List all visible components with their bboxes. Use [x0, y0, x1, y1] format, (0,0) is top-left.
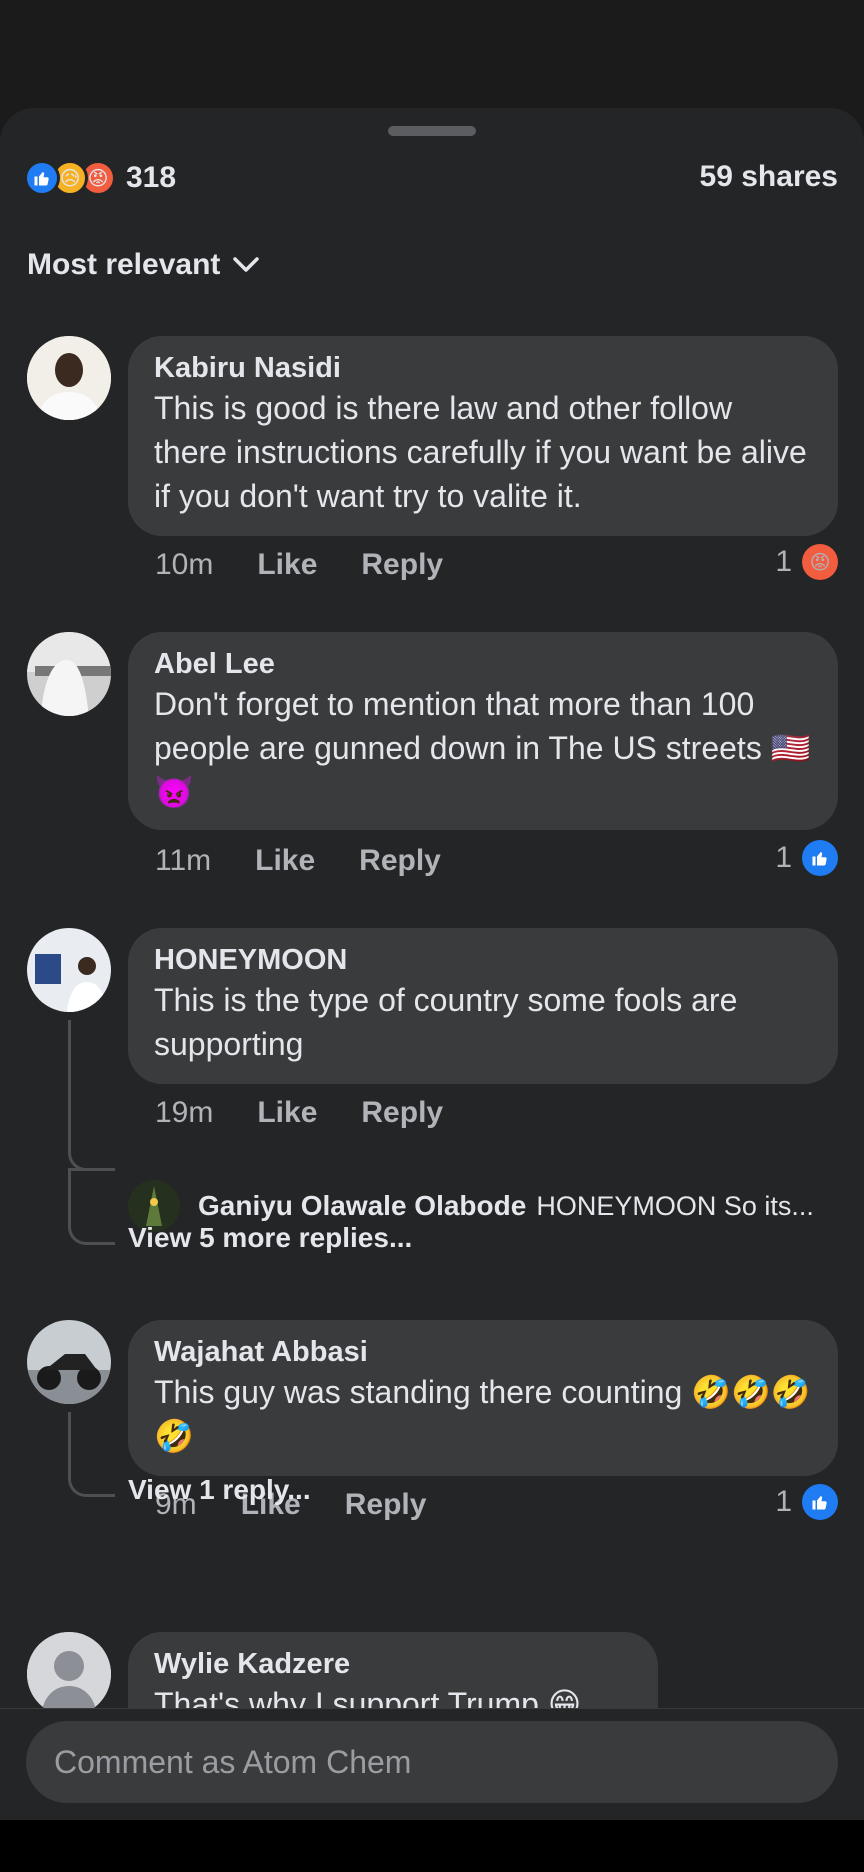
comments-sheet: 😥 😡 318 59 shares Most relevant Kabiru N…	[0, 108, 864, 1820]
thread-line	[68, 1168, 115, 1245]
drag-handle[interactable]	[388, 126, 476, 136]
comment-input[interactable]	[26, 1721, 838, 1803]
like-button[interactable]: Like	[257, 548, 317, 582]
reply-button[interactable]: Reply	[345, 1488, 427, 1522]
avatar[interactable]	[27, 1632, 111, 1716]
comment-author[interactable]: Wylie Kadzere	[154, 1646, 632, 1682]
like-icon	[802, 840, 838, 876]
thread-line	[68, 1020, 115, 1171]
reaction-count: 318	[126, 161, 177, 194]
avatar[interactable]	[27, 632, 111, 716]
like-icon	[24, 160, 60, 196]
comment-text: This is good is there law and other foll…	[154, 390, 807, 514]
comment-bubble[interactable]: Abel Lee Don't forget to mention that mo…	[128, 632, 838, 830]
reply-text: HONEYMOON So its...	[536, 1190, 814, 1221]
comment-actions: 10m Like Reply	[155, 548, 487, 582]
sort-label: Most relevant	[27, 248, 221, 281]
view-more-replies[interactable]: View 5 more replies...	[128, 1222, 412, 1254]
comment-bubble[interactable]: Wajahat Abbasi This guy was standing the…	[128, 1320, 838, 1476]
reply-button[interactable]: Reply	[359, 844, 441, 878]
comment-author[interactable]: Abel Lee	[154, 646, 812, 682]
comment-time: 11m	[155, 844, 212, 877]
comment-author[interactable]: HONEYMOON	[154, 942, 812, 978]
reply-button[interactable]: Reply	[361, 1096, 443, 1130]
reply-author[interactable]: Ganiyu Olawale Olabode	[198, 1190, 526, 1222]
reply-button[interactable]: Reply	[361, 548, 443, 582]
comment-composer	[0, 1708, 864, 1820]
comment-reaction-count: 1	[775, 841, 792, 874]
sort-dropdown[interactable]: Most relevant	[27, 248, 260, 282]
comment-reactions[interactable]: 1	[775, 1484, 838, 1520]
comment-reaction-count: 1	[775, 545, 792, 578]
reactions-summary[interactable]: 😥 😡 318	[24, 156, 176, 200]
comment-actions: 11m Like Reply	[155, 844, 485, 878]
shares-count[interactable]: 59 shares	[700, 160, 838, 194]
avatar[interactable]	[27, 1320, 111, 1404]
comment-text: This is the type of country some fools a…	[154, 982, 738, 1062]
comment-reactions[interactable]: 1 😡	[775, 544, 838, 580]
avatar[interactable]	[27, 928, 111, 1012]
view-more-replies[interactable]: View 1 reply...	[128, 1474, 311, 1506]
comment-author[interactable]: Wajahat Abbasi	[154, 1334, 812, 1370]
comment-time: 19m	[155, 1096, 214, 1129]
chevron-down-icon	[233, 257, 260, 272]
like-button[interactable]: Like	[255, 844, 315, 878]
system-nav-bar	[0, 1820, 864, 1872]
avatar[interactable]	[27, 336, 111, 420]
comment-time: 10m	[155, 548, 214, 581]
thread-line	[68, 1412, 115, 1497]
angry-icon: 😡	[802, 544, 838, 580]
comment-reactions[interactable]: 1	[775, 840, 838, 876]
comment-author[interactable]: Kabiru Nasidi	[154, 350, 812, 386]
comment-text: This guy was standing there counting 🤣🤣🤣…	[154, 1374, 811, 1454]
like-icon	[802, 1484, 838, 1520]
comment-actions: 19m Like Reply	[155, 1096, 487, 1130]
comment-bubble[interactable]: HONEYMOON This is the type of country so…	[128, 928, 838, 1084]
comment-reaction-count: 1	[775, 1485, 792, 1518]
comment-text: Don't forget to mention that more than 1…	[154, 686, 811, 810]
like-button[interactable]: Like	[257, 1096, 317, 1130]
comment-bubble[interactable]: Kabiru Nasidi This is good is there law …	[128, 336, 838, 536]
